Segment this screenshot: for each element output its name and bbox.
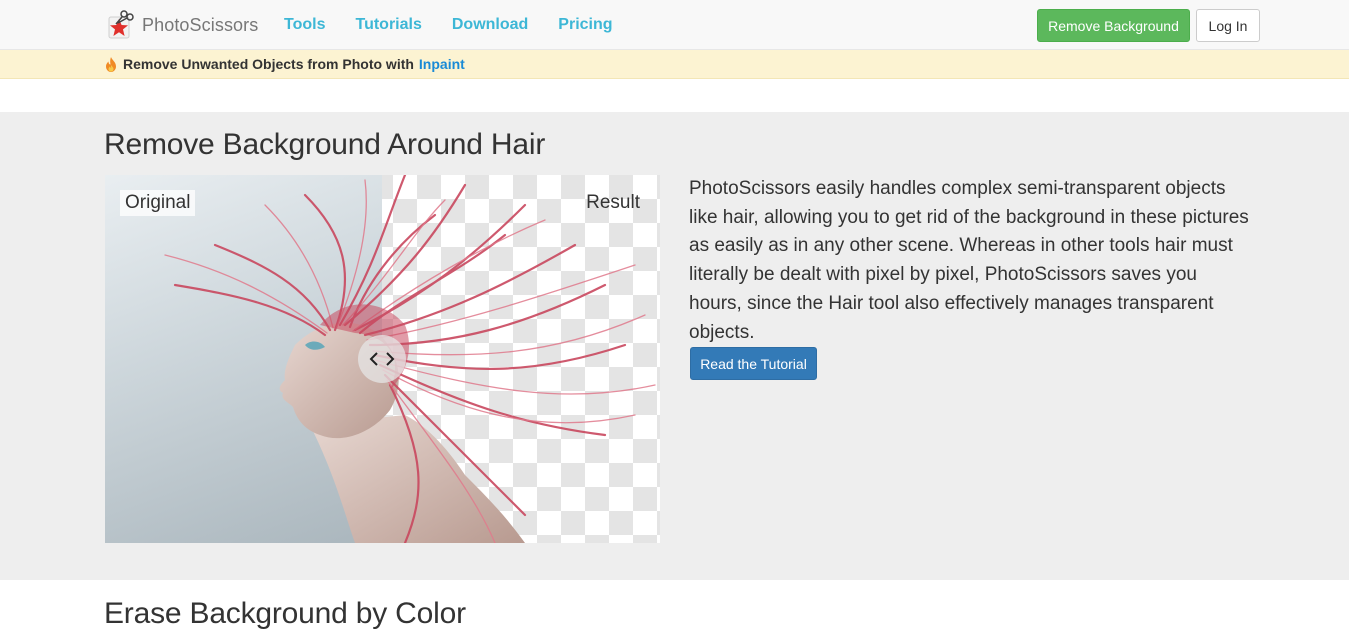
remove-background-button[interactable]: Remove Background	[1037, 9, 1190, 42]
compare-slider-handle[interactable]	[358, 335, 406, 383]
promo-content: Remove Unwanted Objects from Photo with …	[104, 56, 465, 72]
read-tutorial-button[interactable]: Read the Tutorial	[690, 347, 817, 380]
fire-icon	[104, 56, 118, 72]
nav-link-pricing[interactable]: Pricing	[558, 16, 612, 34]
color-section-title: Erase Background by Color	[104, 597, 466, 630]
main-nav: Tools Tutorials Download Pricing	[284, 0, 643, 50]
scissors-star-logo-icon	[106, 10, 134, 40]
promo-inpaint-link[interactable]: Inpaint	[419, 56, 465, 72]
navbar: PhotoScissors Tools Tutorials Download P…	[0, 0, 1349, 50]
brand-name: PhotoScissors	[142, 14, 259, 35]
nav-link-download[interactable]: Download	[452, 16, 528, 34]
hair-section-title: Remove Background Around Hair	[104, 128, 546, 161]
label-result: Result	[586, 192, 640, 213]
nav-link-tools[interactable]: Tools	[284, 16, 325, 34]
compare-arrows-icon	[369, 352, 395, 366]
login-button[interactable]: Log In	[1196, 9, 1260, 42]
before-after-comparison[interactable]: Original Result	[105, 175, 660, 543]
label-original: Original	[120, 190, 196, 216]
promo-banner: Remove Unwanted Objects from Photo with …	[0, 50, 1349, 79]
brand[interactable]: PhotoScissors	[106, 8, 258, 42]
hair-section-description: PhotoScissors easily handles complex sem…	[689, 178, 1249, 343]
promo-text: Remove Unwanted Objects from Photo with	[123, 56, 414, 72]
nav-link-tutorials[interactable]: Tutorials	[355, 16, 421, 34]
